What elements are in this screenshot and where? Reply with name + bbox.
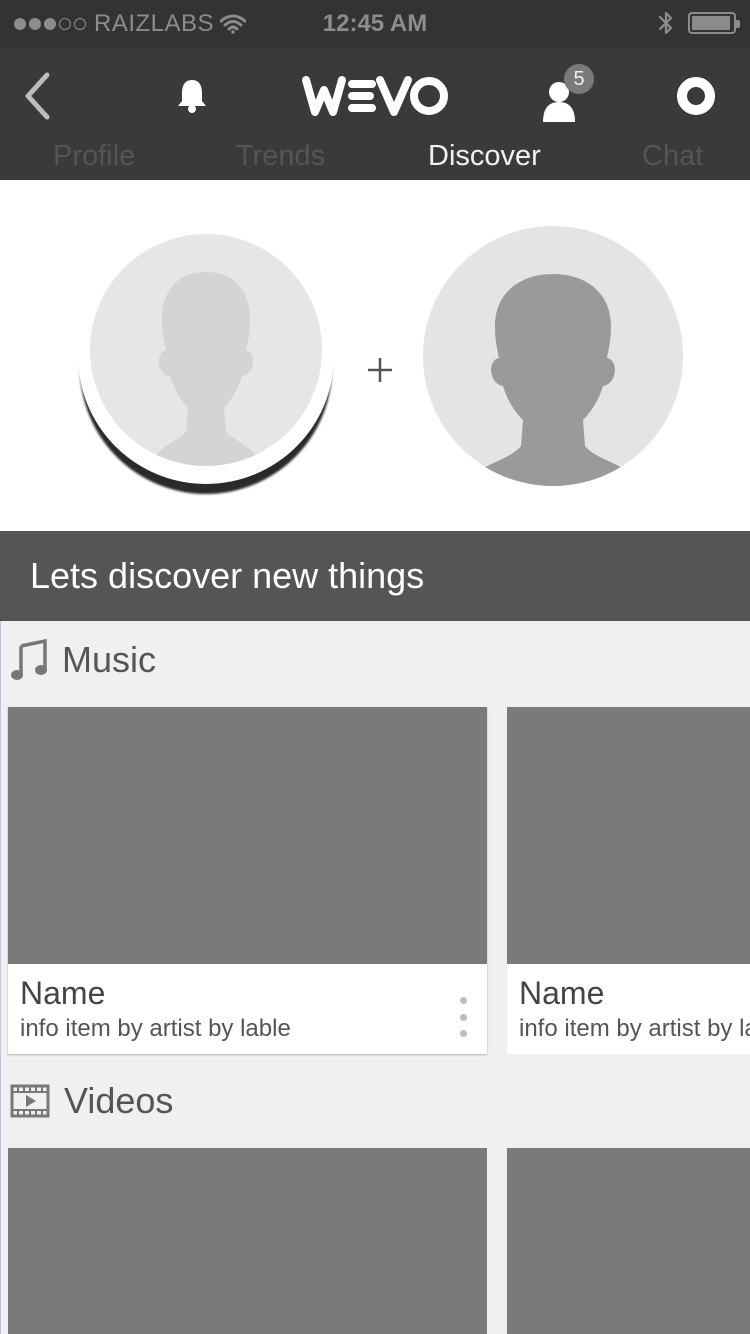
chevron-left-icon bbox=[25, 72, 50, 120]
music-card-thumbnail bbox=[507, 707, 750, 964]
banner-title: Lets discover new things bbox=[30, 555, 425, 596]
record-icon bbox=[677, 77, 715, 115]
plus-icon bbox=[368, 358, 392, 382]
status-bar: RAIZLABS 12:45 AM bbox=[0, 0, 750, 48]
music-section-header: Music bbox=[10, 638, 156, 682]
battery-level bbox=[692, 16, 730, 30]
status-time: 12:45 AM bbox=[322, 10, 428, 37]
edge-divider bbox=[0, 621, 1, 1334]
record-button[interactable] bbox=[672, 72, 720, 120]
tab-chat[interactable]: Chat bbox=[642, 140, 703, 173]
wevo-logo bbox=[302, 76, 448, 116]
bluetooth-icon bbox=[658, 11, 673, 35]
top-nav: 5 bbox=[0, 48, 750, 138]
video-card[interactable] bbox=[8, 1148, 487, 1334]
video-card[interactable] bbox=[507, 1148, 750, 1334]
music-card-thumbnail bbox=[8, 707, 487, 964]
videos-section-header: Videos bbox=[10, 1080, 173, 1122]
tab-trends[interactable]: Trends bbox=[236, 140, 325, 173]
film-icon bbox=[10, 1084, 50, 1118]
discover-banner: Lets discover new things bbox=[0, 531, 750, 621]
videos-section-title: Videos bbox=[64, 1080, 174, 1121]
my-avatar[interactable] bbox=[78, 228, 334, 484]
music-section-title: Music bbox=[62, 639, 157, 680]
notifications-button[interactable] bbox=[168, 72, 216, 120]
back-button[interactable] bbox=[14, 68, 60, 124]
video-card-thumbnail bbox=[8, 1148, 487, 1334]
tab-discover[interactable]: Discover bbox=[428, 140, 541, 173]
video-card-thumbnail bbox=[507, 1148, 750, 1334]
tab-profile[interactable]: Profile bbox=[53, 140, 135, 173]
music-card-name: Name bbox=[519, 975, 605, 1011]
music-card[interactable]: Name info item by artist by lable bbox=[8, 707, 487, 1054]
person-silhouette-icon bbox=[150, 272, 262, 466]
bell-icon bbox=[178, 80, 206, 113]
match-avatars bbox=[0, 180, 750, 531]
music-card-name: Name bbox=[20, 975, 106, 1011]
status-right bbox=[658, 10, 740, 36]
more-options-icon[interactable] bbox=[453, 997, 473, 1037]
app-header: RAIZLABS 12:45 AM 5 Profile Trends Disco… bbox=[0, 0, 750, 180]
friends-button[interactable]: 5 bbox=[530, 64, 600, 124]
person-silhouette-icon bbox=[473, 274, 633, 486]
music-card-info: info item by artist by lable bbox=[20, 1015, 291, 1042]
tab-bar: Profile Trends Discover Chat bbox=[0, 138, 750, 180]
friend-count-badge: 5 bbox=[564, 64, 594, 94]
music-card-info: info item by artist by lable bbox=[519, 1015, 750, 1042]
battery-icon bbox=[688, 12, 740, 34]
music-note-icon bbox=[11, 638, 47, 680]
match-avatar[interactable] bbox=[423, 226, 683, 486]
music-card[interactable]: Name info item by artist by lable bbox=[507, 707, 750, 1054]
